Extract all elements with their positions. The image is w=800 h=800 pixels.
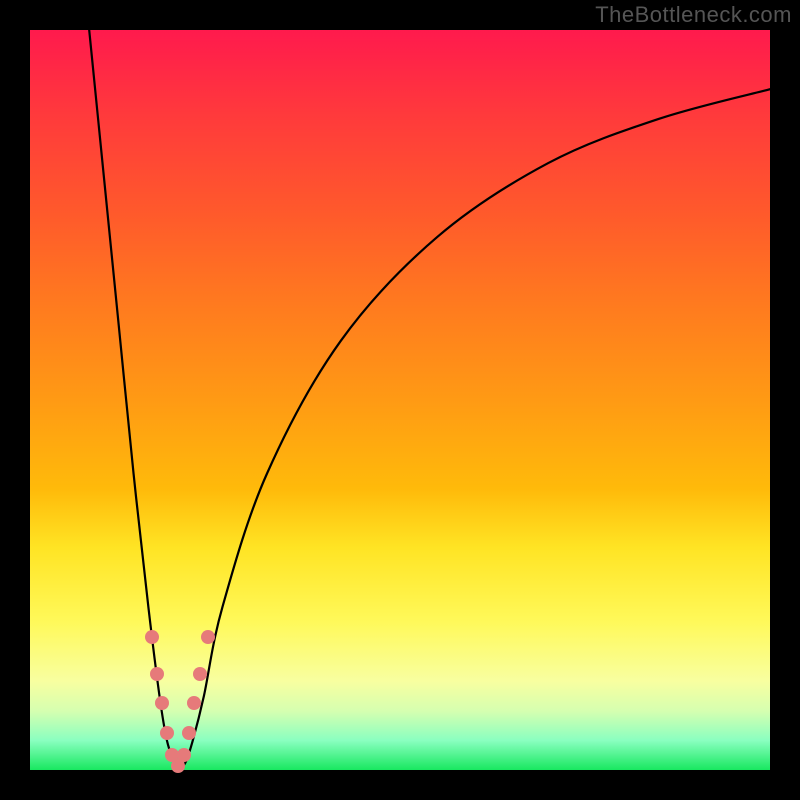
gradient-background [30, 30, 770, 770]
chart-frame [30, 30, 770, 770]
watermark-text: TheBottleneck.com [595, 2, 792, 28]
